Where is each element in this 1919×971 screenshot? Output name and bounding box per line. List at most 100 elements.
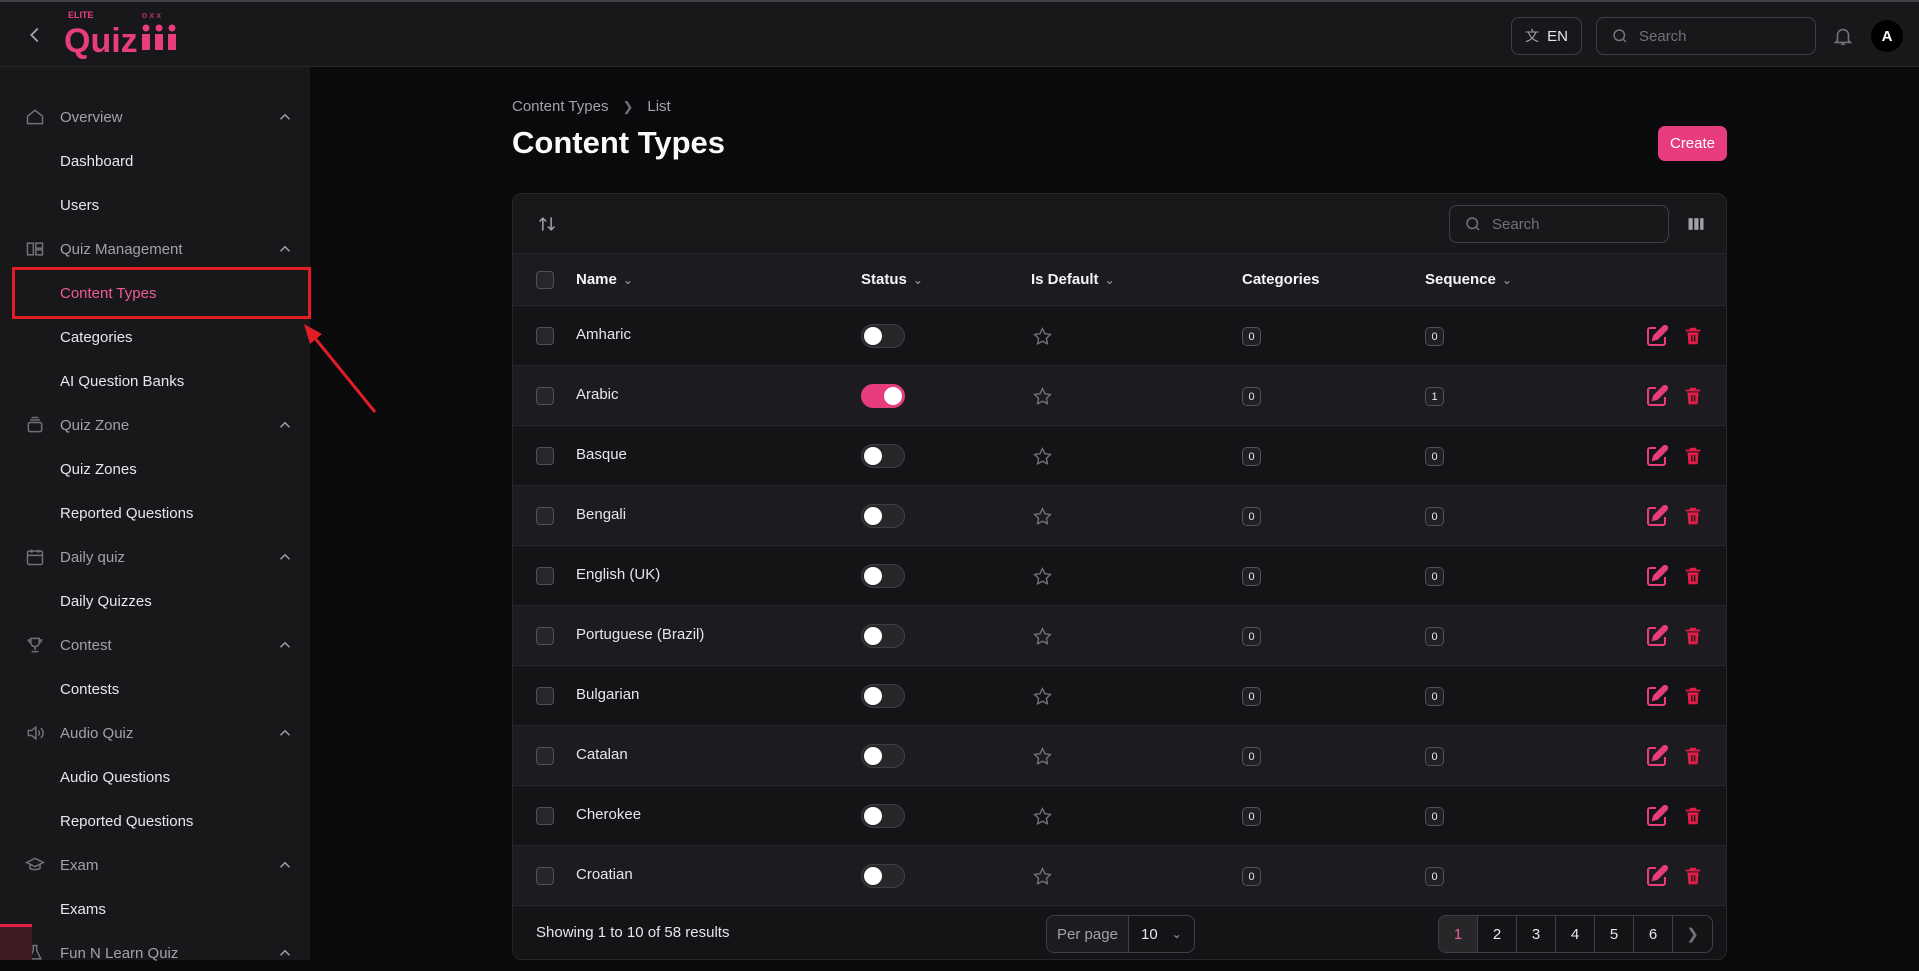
sidebar-group-daily-quiz[interactable]: Daily quiz: [24, 539, 294, 575]
columns-icon[interactable]: [1686, 214, 1706, 234]
trash-icon[interactable]: [1682, 384, 1704, 408]
row-checkbox[interactable]: [536, 867, 554, 885]
column-status[interactable]: Status ⌄: [861, 271, 923, 288]
breadcrumb-content-types[interactable]: Content Types: [512, 98, 608, 115]
sidebar-item-users[interactable]: Users: [60, 187, 300, 223]
sidebar-group-quiz-management[interactable]: Quiz Management: [24, 231, 294, 267]
trash-icon[interactable]: [1682, 564, 1704, 588]
star-icon[interactable]: [1032, 626, 1053, 647]
chevron-up-icon[interactable]: [276, 548, 294, 566]
status-toggle[interactable]: [861, 684, 905, 708]
sidebar-group-audio-quiz[interactable]: Audio Quiz: [24, 715, 294, 751]
edit-icon[interactable]: [1645, 564, 1669, 588]
language-switcher[interactable]: 文 EN: [1511, 17, 1582, 55]
table-search[interactable]: [1449, 205, 1669, 243]
status-toggle[interactable]: [861, 864, 905, 888]
status-toggle[interactable]: [861, 324, 905, 348]
chevron-up-icon[interactable]: [276, 108, 294, 126]
star-icon[interactable]: [1032, 806, 1053, 827]
star-icon[interactable]: [1032, 386, 1053, 407]
create-button[interactable]: Create: [1658, 126, 1727, 161]
global-search[interactable]: [1596, 17, 1816, 55]
edit-icon[interactable]: [1645, 744, 1669, 768]
sidebar-item-audio-questions[interactable]: Audio Questions: [60, 759, 300, 795]
status-toggle[interactable]: [861, 384, 905, 408]
row-checkbox[interactable]: [536, 807, 554, 825]
sidebar-group-contest[interactable]: Contest: [24, 627, 294, 663]
bell-icon[interactable]: [1832, 25, 1854, 47]
chevron-up-icon[interactable]: [276, 724, 294, 742]
page-1-button[interactable]: 1: [1439, 916, 1478, 952]
edit-icon[interactable]: [1645, 444, 1669, 468]
chevron-up-icon[interactable]: [276, 416, 294, 434]
star-icon[interactable]: [1032, 566, 1053, 587]
sidebar-item-ai-question-banks[interactable]: AI Question Banks: [60, 363, 300, 399]
avatar[interactable]: A: [1871, 20, 1903, 52]
column-is-default[interactable]: Is Default ⌄: [1031, 271, 1115, 288]
edit-icon[interactable]: [1645, 384, 1669, 408]
page-4-button[interactable]: 4: [1556, 916, 1595, 952]
column-name[interactable]: Name ⌄: [576, 271, 633, 288]
page-2-button[interactable]: 2: [1478, 916, 1517, 952]
page-3-button[interactable]: 3: [1517, 916, 1556, 952]
edit-icon[interactable]: [1645, 864, 1669, 888]
table-search-input[interactable]: [1492, 215, 1642, 233]
trash-icon[interactable]: [1682, 684, 1704, 708]
sidebar-group-quiz-zone[interactable]: Quiz Zone: [24, 407, 294, 443]
sidebar-item-categories[interactable]: Categories: [60, 319, 300, 355]
star-icon[interactable]: [1032, 686, 1053, 707]
global-search-input[interactable]: [1639, 27, 1789, 45]
page-6-button[interactable]: 6: [1634, 916, 1673, 952]
laravel-icon[interactable]: [0, 924, 32, 960]
sidebar-item-quiz-zones[interactable]: Quiz Zones: [60, 451, 300, 487]
sidebar-group-fun-n-learn-quiz[interactable]: Fun N Learn Quiz: [24, 935, 294, 971]
sort-icon[interactable]: [537, 214, 557, 234]
sidebar-item-contests[interactable]: Contests: [60, 671, 300, 707]
edit-icon[interactable]: [1645, 624, 1669, 648]
star-icon[interactable]: [1032, 746, 1053, 767]
trash-icon[interactable]: [1682, 804, 1704, 828]
sidebar-item-exams[interactable]: Exams: [60, 891, 300, 927]
select-all-checkbox[interactable]: [536, 271, 554, 289]
per-page-select[interactable]: Per page 10 ⌄: [1046, 915, 1195, 953]
trash-icon[interactable]: [1682, 324, 1704, 348]
edit-icon[interactable]: [1645, 804, 1669, 828]
edit-icon[interactable]: [1645, 324, 1669, 348]
chevron-up-icon[interactable]: [276, 636, 294, 654]
per-page-value[interactable]: 10 ⌄: [1129, 926, 1182, 943]
sidebar-item-daily-quizzes[interactable]: Daily Quizzes: [60, 583, 300, 619]
row-checkbox[interactable]: [536, 507, 554, 525]
back-arrow-icon[interactable]: [24, 24, 46, 46]
chevron-up-icon[interactable]: [276, 944, 294, 962]
status-toggle[interactable]: [861, 804, 905, 828]
edit-icon[interactable]: [1645, 504, 1669, 528]
next-page-icon[interactable]: ❯: [1673, 916, 1712, 952]
chevron-up-icon[interactable]: [276, 856, 294, 874]
edit-icon[interactable]: [1645, 684, 1669, 708]
trash-icon[interactable]: [1682, 864, 1704, 888]
column-sequence[interactable]: Sequence ⌄: [1425, 271, 1512, 288]
row-checkbox[interactable]: [536, 567, 554, 585]
star-icon[interactable]: [1032, 506, 1053, 527]
star-icon[interactable]: [1032, 326, 1053, 347]
star-icon[interactable]: [1032, 446, 1053, 467]
row-checkbox[interactable]: [536, 327, 554, 345]
sidebar-item-reported-questions[interactable]: Reported Questions: [60, 803, 300, 839]
sidebar-item-dashboard[interactable]: Dashboard: [60, 143, 300, 179]
status-toggle[interactable]: [861, 744, 905, 768]
row-checkbox[interactable]: [536, 747, 554, 765]
row-checkbox[interactable]: [536, 687, 554, 705]
status-toggle[interactable]: [861, 624, 905, 648]
trash-icon[interactable]: [1682, 744, 1704, 768]
page-5-button[interactable]: 5: [1595, 916, 1634, 952]
sidebar-item-reported-questions[interactable]: Reported Questions: [60, 495, 300, 531]
trash-icon[interactable]: [1682, 504, 1704, 528]
chevron-up-icon[interactable]: [276, 240, 294, 258]
row-checkbox[interactable]: [536, 447, 554, 465]
row-checkbox[interactable]: [536, 387, 554, 405]
trash-icon[interactable]: [1682, 624, 1704, 648]
trash-icon[interactable]: [1682, 444, 1704, 468]
star-icon[interactable]: [1032, 866, 1053, 887]
sidebar-group-exam[interactable]: Exam: [24, 847, 294, 883]
elite-quiz-logo[interactable]: ELITE Quiz o x x: [62, 8, 192, 60]
